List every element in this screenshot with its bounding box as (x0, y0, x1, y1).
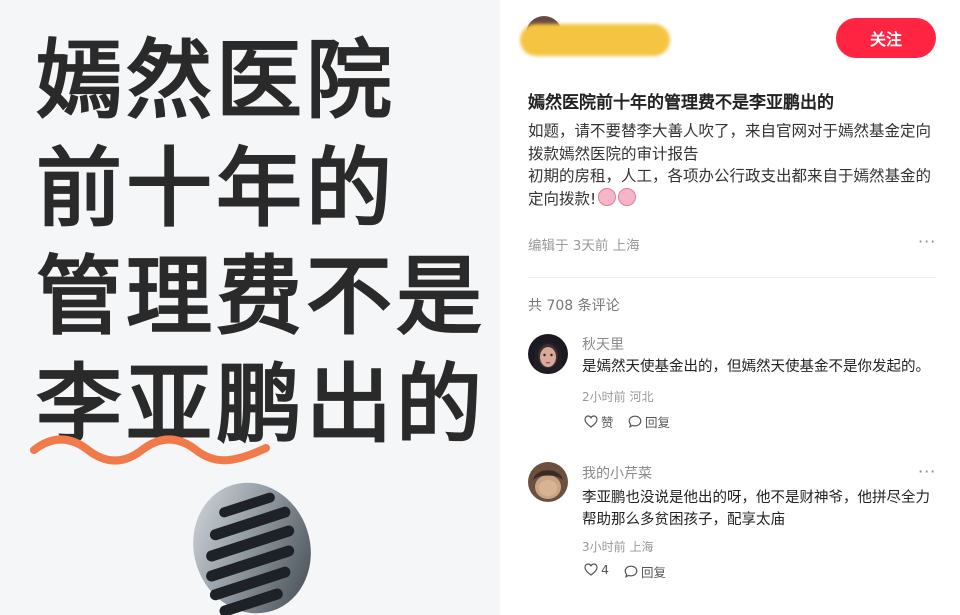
like-button[interactable]: 赞 (584, 412, 614, 431)
crying-emoji-icon (618, 187, 637, 206)
reply-label: 回复 (645, 415, 671, 430)
cover-headline-line-3: 管理费不是 (36, 247, 486, 347)
comment-more-icon[interactable]: ··· (918, 462, 936, 481)
post-body: 如题，请不要替李大善人吹了，来自官网对于嫣然基金定向拨款嫣然医院的审计报告 初期… (528, 120, 938, 210)
comment-text: 李亚鹏也没说是他出的呀，他不是财神爷，他拼尽全力帮助那么多贫困孩子，配享太庙 (582, 490, 930, 528)
avatar-portrait-image (528, 334, 568, 374)
comment-bubble-icon (624, 565, 638, 578)
comment-bubble-icon (628, 415, 642, 428)
like-label: 赞 (601, 415, 614, 430)
author-name-redacted (520, 24, 670, 56)
post-panel: 关注 嫣然医院前十年的管理费不是李亚鹏出的 如题，请不要替李大善人吹了，来自官网… (500, 0, 960, 615)
comment-meta: 3小时前 上海 (582, 540, 654, 554)
heart-icon (584, 563, 598, 576)
commenter-avatar[interactable] (528, 462, 568, 502)
post-edit-meta: 编辑于 3天前 上海 (528, 238, 640, 254)
like-count: 4 (601, 562, 609, 577)
comment-meta: 2小时前 河北 (582, 390, 654, 404)
squiggle-underline-decoration (30, 435, 270, 465)
microphone-icon (193, 482, 311, 615)
reply-button[interactable]: 回复 (624, 562, 666, 581)
comment-text: 是嫣然天使基金出的，但嫣然天使基金不是你发起的。 (582, 359, 930, 375)
post-body-paragraph-2-text: 初期的房租，人工，各项办公行政支出都来自于嫣然基金的定向拨款! (528, 167, 932, 208)
divider (528, 277, 936, 278)
post-title: 嫣然医院前十年的管理费不是李亚鹏出的 (528, 93, 834, 113)
cover-headline-line-1: 嫣然医院 (36, 31, 396, 131)
cover-image: 嫣然医院 前十年的 管理费不是 李亚鹏出的 (0, 0, 500, 615)
commenter-avatar[interactable] (528, 334, 568, 374)
avatar-portrait-image (528, 462, 568, 502)
crying-emoji-icon (598, 187, 617, 206)
post-body-paragraph-2: 初期的房租，人工，各项办公行政支出都来自于嫣然基金的定向拨款! (528, 165, 938, 210)
reply-label: 回复 (641, 565, 667, 580)
comment-author[interactable]: 秋天里 (582, 334, 624, 354)
like-button[interactable]: 4 (584, 562, 609, 577)
follow-button[interactable]: 关注 (836, 18, 936, 58)
heart-icon (584, 415, 598, 428)
comment-count: 共 708 条评论 (528, 298, 620, 314)
comment-author[interactable]: 我的小芹菜 (582, 463, 652, 483)
post-more-icon[interactable]: ··· (918, 232, 936, 251)
post-body-paragraph-1: 如题，请不要替李大善人吹了，来自官网对于嫣然基金定向拨款嫣然医院的审计报告 (528, 122, 932, 163)
cover-headline-line-2: 前十年的 (36, 139, 396, 239)
reply-button[interactable]: 回复 (628, 412, 670, 431)
